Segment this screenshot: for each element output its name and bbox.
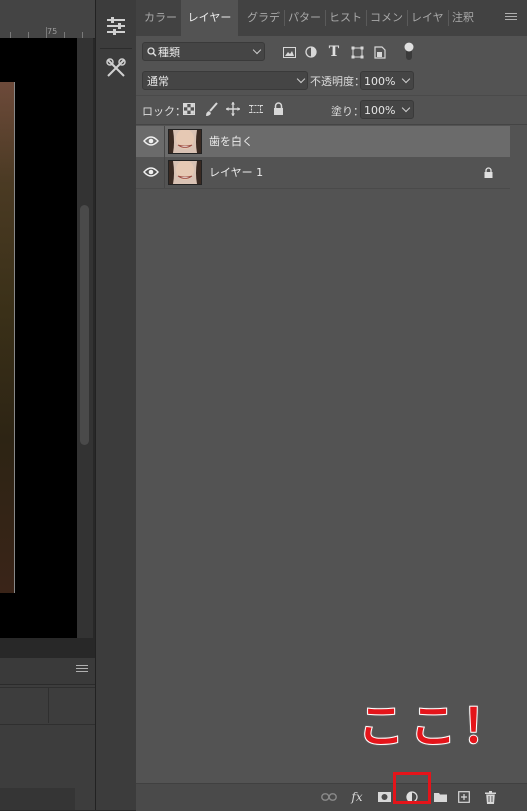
layer-style-fx-button[interactable]: fx [348, 788, 366, 806]
layer-row[interactable]: レイヤー 1 [136, 157, 510, 188]
layer-name: レイヤー 1 [209, 166, 264, 179]
filter-toggle-switch[interactable] [404, 40, 414, 62]
annotation-text: ここ！ [357, 698, 514, 754]
lock-position-icon[interactable] [226, 101, 240, 116]
blend-mode-select[interactable]: 通常 [142, 71, 308, 90]
layer-name: 歯を白く [209, 135, 253, 148]
lock-brush-icon[interactable] [204, 101, 218, 117]
secondary-panel [0, 658, 95, 810]
layers-bottom-toolbar: fx [136, 783, 527, 811]
tab-pattern[interactable]: パター [288, 0, 324, 36]
delete-layer-trash-icon[interactable] [482, 788, 498, 806]
panel-tab-bar: カラー レイヤー グラデ パター ヒスト コメン レイヤ 注釈 [136, 0, 527, 36]
tab-histogram[interactable]: ヒスト [329, 0, 365, 36]
search-icon [147, 47, 157, 57]
ruler-number: 75 [47, 27, 58, 36]
tab-color[interactable]: カラー [144, 0, 180, 36]
adjustment-sliders-icon[interactable] [102, 12, 130, 40]
layer-thumbnail [168, 129, 202, 154]
secondary-panel-header [0, 658, 95, 685]
chevron-down-icon [252, 45, 262, 55]
opacity-label: 不透明度： [310, 75, 365, 88]
tool-separator [100, 48, 132, 49]
filter-smart-object-icon[interactable] [372, 44, 388, 60]
layers-panel: カラー レイヤー グラデ パター ヒスト コメン レイヤ 注釈 種類 T 通常 … [136, 0, 527, 811]
lock-transparency-icon[interactable] [182, 102, 196, 116]
opacity-input[interactable]: 100% [360, 71, 414, 90]
canvas-footer [0, 638, 95, 658]
visibility-eye-icon[interactable] [143, 134, 159, 148]
scrollbar-thumb[interactable] [80, 205, 89, 445]
chevron-down-icon [401, 103, 411, 113]
layer-row[interactable]: 歯を白く [136, 126, 510, 157]
secondary-panel-footer [0, 788, 75, 810]
divider [136, 95, 527, 96]
lock-all-icon[interactable] [271, 101, 285, 116]
filter-pixel-icon[interactable] [281, 44, 297, 60]
divider [136, 124, 527, 125]
filter-adjustment-icon[interactable] [303, 44, 319, 60]
visibility-eye-icon[interactable] [143, 165, 159, 179]
new-group-folder-icon[interactable] [432, 788, 448, 806]
blend-mode-value: 通常 [147, 75, 169, 88]
new-layer-icon[interactable] [456, 788, 472, 806]
lock-icon [483, 166, 494, 179]
panel-menu-icon[interactable] [505, 13, 517, 22]
horizontal-ruler: 75 [0, 0, 95, 39]
opacity-value: 100% [364, 75, 396, 88]
panel-menu-icon[interactable] [76, 665, 88, 674]
filter-type-icon[interactable]: T [326, 44, 342, 60]
fill-value: 100% [364, 104, 396, 117]
lock-artboard-icon[interactable] [249, 101, 263, 116]
photo-image-edge [0, 82, 15, 593]
panel-dock-strip [95, 0, 137, 810]
tools-icon[interactable] [102, 54, 130, 82]
filter-shape-icon[interactable] [349, 44, 365, 60]
lock-label: ロック： [142, 105, 186, 118]
link-layers-icon[interactable] [320, 788, 338, 806]
fill-input[interactable]: 100% [360, 100, 414, 119]
chevron-down-icon [296, 74, 306, 84]
layer-filter-select[interactable]: 種類 [142, 42, 265, 61]
tab-comments[interactable]: コメン [370, 0, 406, 36]
tab-gradient[interactable]: グラデ [247, 0, 283, 36]
tab-layer-comps[interactable]: レイヤ [411, 0, 447, 36]
tab-layers[interactable]: レイヤー [181, 0, 238, 36]
cell-divider [48, 687, 49, 723]
chevron-down-icon [401, 74, 411, 84]
divider [136, 188, 510, 189]
layer-thumbnail [168, 160, 202, 185]
add-mask-icon[interactable] [376, 788, 392, 806]
layer-filter-value: 種類 [158, 46, 180, 59]
document-area: 75 [0, 0, 95, 810]
tab-notes[interactable]: 注釈 [452, 0, 478, 36]
annotation-highlight-box [393, 772, 431, 804]
